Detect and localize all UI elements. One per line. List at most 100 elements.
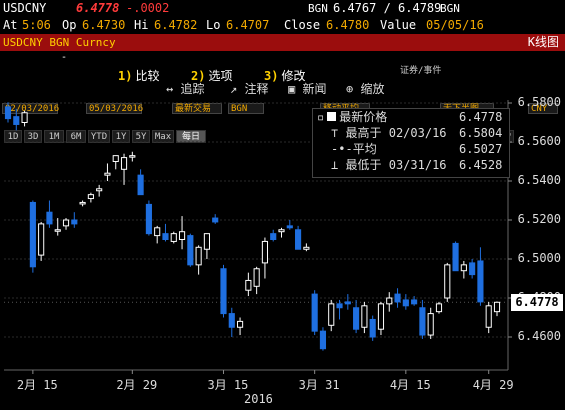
bid-ask: 6.4767 / 6.4789 bbox=[333, 1, 442, 15]
candle-body bbox=[120, 157, 128, 170]
security-name[interactable]: USDCNY BGN Curncy bbox=[3, 34, 116, 51]
tool-track[interactable]: ↔ 追踪 bbox=[166, 80, 204, 98]
close-value: 6.4780 bbox=[326, 18, 370, 32]
legend-collapse-icon[interactable]: ▫ bbox=[317, 110, 324, 124]
candle-body bbox=[178, 231, 186, 240]
last-trade-dropdown[interactable]: 最新交易 bbox=[172, 103, 222, 114]
candle-body bbox=[46, 211, 53, 225]
legend-last-label: 最新价格 bbox=[339, 110, 388, 124]
period-max[interactable]: Max bbox=[152, 130, 174, 143]
period-ytd[interactable]: YTD bbox=[88, 130, 110, 143]
candle-body bbox=[361, 305, 368, 328]
period-1m[interactable]: 1M bbox=[44, 130, 64, 143]
candle-body bbox=[187, 235, 194, 266]
candle-body bbox=[38, 223, 45, 256]
securities-events-label[interactable]: 证券/事件 bbox=[400, 65, 441, 78]
legend-high-row: ⊤ 最高于 02/03/16 bbox=[331, 125, 447, 141]
candle-body bbox=[87, 194, 94, 200]
annotate-icon: ↗ bbox=[230, 82, 238, 96]
candle-body bbox=[228, 313, 235, 328]
tool-news[interactable]: ▣ 新闻 bbox=[288, 80, 326, 98]
period-3d[interactable]: 3D bbox=[24, 130, 42, 143]
high-marker-icon: ⊤ bbox=[331, 126, 339, 140]
candle-body bbox=[427, 313, 434, 336]
high-label: Hi bbox=[134, 18, 149, 32]
candle-body bbox=[104, 172, 111, 176]
candle-body bbox=[328, 303, 335, 326]
candle-body bbox=[477, 260, 484, 303]
candle-body bbox=[195, 246, 202, 266]
period-1y[interactable]: 1Y bbox=[112, 130, 130, 143]
end-date-field[interactable]: 05/03/2016 bbox=[86, 103, 143, 114]
period-6m[interactable]: 6M bbox=[66, 130, 86, 143]
price-change: -.0002 bbox=[126, 1, 170, 15]
legend-avg-value: 6.5027 bbox=[459, 142, 503, 156]
y-tick-label: 6.5000 bbox=[517, 251, 561, 265]
candle-body bbox=[13, 116, 20, 125]
function-toolbar: USDCNY BGN Curncy 1) 比较 2) 选项 3) 修改 K线图 bbox=[0, 34, 565, 83]
candle-body bbox=[96, 188, 103, 192]
candle-body bbox=[203, 233, 210, 250]
period-5y[interactable]: 5Y bbox=[132, 130, 150, 143]
candle-body bbox=[444, 264, 451, 299]
legend-high-value: 6.5804 bbox=[459, 126, 503, 140]
tool-zoom[interactable]: ⊕ 缩放 bbox=[346, 80, 384, 98]
open-label: Op bbox=[62, 18, 77, 32]
legend-avg-label: 平均 bbox=[352, 142, 377, 156]
candle-body bbox=[71, 219, 78, 225]
legend-low-value: 6.4528 bbox=[459, 158, 503, 172]
candle-body bbox=[353, 307, 360, 330]
legend-last-value: 6.4778 bbox=[459, 110, 503, 124]
candle-body bbox=[394, 293, 401, 303]
track-label: 追踪 bbox=[180, 82, 205, 96]
candle-body bbox=[286, 225, 293, 229]
period-1d[interactable]: 1D bbox=[4, 130, 22, 143]
start-date-field[interactable]: 02/03/2016 bbox=[2, 103, 59, 114]
candle-body bbox=[493, 301, 501, 313]
news-icon: ▣ bbox=[288, 82, 296, 96]
high-value: 6.4782 bbox=[154, 18, 198, 32]
last-price: 6.4778 bbox=[76, 1, 120, 15]
zoom-label: 缩放 bbox=[360, 82, 385, 96]
zoom-icon: ⊕ bbox=[346, 82, 354, 96]
y-tick-label: 6.5600 bbox=[517, 134, 561, 148]
candle-body bbox=[154, 227, 161, 237]
candle-body bbox=[411, 299, 418, 305]
average-marker-icon: -•- bbox=[331, 142, 353, 156]
date-separator: - bbox=[61, 52, 68, 63]
candle-body bbox=[245, 279, 252, 291]
value-label: Value bbox=[380, 18, 417, 32]
low-value: 6.4707 bbox=[226, 18, 270, 32]
candle-body bbox=[386, 297, 393, 305]
candle-body bbox=[469, 262, 476, 276]
period-bar: 1D 3D 1M 6M YTD 1Y 5Y Max 每日 证券/事件 ╱ ▮ ⚙… bbox=[0, 64, 565, 143]
chart-legend[interactable]: ▫ 最新价格 6.4778 ⊤ 最高于 02/03/16 6.5804 -•-平均… bbox=[312, 108, 510, 178]
x-tick-label: 4月 29 bbox=[472, 378, 514, 392]
close-label: Close bbox=[284, 18, 321, 32]
candle-body bbox=[220, 268, 227, 315]
candle-body bbox=[402, 299, 409, 307]
ask-source: BGN bbox=[440, 2, 460, 15]
period-daily[interactable]: 每日 bbox=[176, 130, 206, 143]
legend-swatch bbox=[327, 112, 337, 121]
time-label: At bbox=[3, 18, 18, 32]
y-tick-label: 6.5400 bbox=[517, 173, 561, 187]
low-marker-icon: ⊥ bbox=[331, 158, 339, 172]
x-tick-label: 3月 15 bbox=[207, 378, 249, 392]
source-dropdown[interactable]: BGN bbox=[228, 103, 264, 114]
candle-body bbox=[377, 303, 385, 330]
x-tick-label: 3月 31 bbox=[298, 378, 340, 392]
candle-body bbox=[145, 203, 152, 235]
tool-annotate[interactable]: ↗ 注释 bbox=[230, 80, 268, 98]
x-tick-label: 2月 29 bbox=[116, 378, 158, 392]
year-label: 2016 bbox=[244, 392, 273, 406]
time-value: 5:06 bbox=[22, 18, 51, 32]
low-label: Lo bbox=[206, 18, 221, 32]
candle-body bbox=[270, 233, 277, 240]
legend-low-row: ⊥ 最低于 03/31/16 bbox=[331, 157, 447, 173]
value-date: 05/05/16 bbox=[426, 18, 484, 32]
candle-body bbox=[460, 264, 467, 272]
x-tick-label: 2月 15 bbox=[16, 378, 58, 392]
quote-bar: USDCNY 6.4778 -.0002 BGN 6.4767 / 6.4789… bbox=[0, 0, 565, 17]
annotate-label: 注释 bbox=[244, 82, 269, 96]
